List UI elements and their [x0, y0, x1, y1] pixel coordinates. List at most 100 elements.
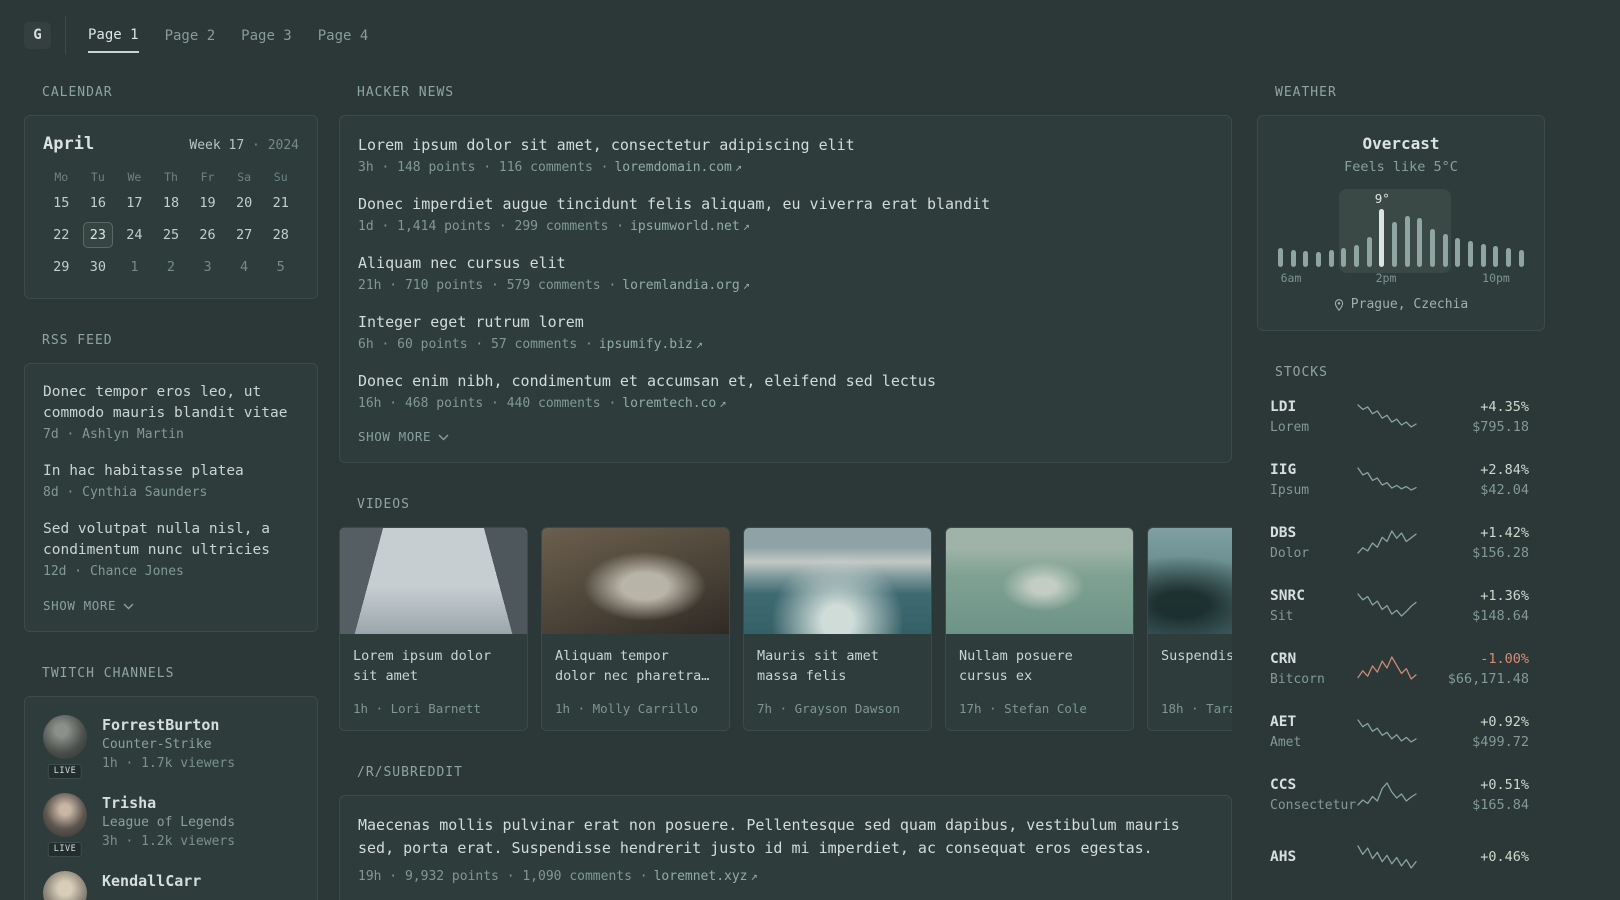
stock-change: +1.42%: [1480, 524, 1529, 541]
calendar-month: April: [43, 134, 95, 154]
hn-domain-link[interactable]: ipsumworld.net: [630, 219, 740, 234]
stock-name: Consectetur: [1270, 797, 1357, 813]
hn-story-link[interactable]: Donec imperdiet augue tincidunt felis al…: [358, 193, 1213, 215]
video-card[interactable]: Suspendisse diam 18h · Tara: [1147, 527, 1232, 731]
hn-story-link[interactable]: Lorem ipsum dolor sit amet, consectetur …: [358, 134, 1213, 156]
hn-domain-link[interactable]: ipsumify.biz: [599, 337, 693, 352]
reddit-domain-link[interactable]: loremnet.xyz: [654, 869, 748, 884]
channel-name[interactable]: KendallCarr: [102, 871, 201, 891]
calendar-year: 2024: [267, 138, 299, 153]
weather-location: Prague, Czechia: [1276, 297, 1526, 312]
calendar-day: 15: [53, 195, 70, 211]
tab-page-3[interactable]: Page 3: [241, 18, 292, 52]
stock-row[interactable]: CCS Consectetur +0.51% $165.84: [1270, 773, 1529, 815]
weather-bars: [1278, 209, 1524, 267]
video-card[interactable]: Lorem ipsum dolor sit amet consectetu… 1…: [339, 527, 528, 731]
video-title[interactable]: Aliquam tempor dolor nec pharetra…: [555, 646, 716, 688]
calendar-day: 30: [89, 259, 106, 275]
videos-row: Lorem ipsum dolor sit amet consectetu… 1…: [339, 527, 1232, 731]
weather-hour-bar: [1455, 238, 1461, 267]
calendar-day-selected: 23: [80, 222, 117, 248]
video-title[interactable]: Mauris sit amet massa felis: [757, 646, 918, 688]
stock-row[interactable]: CRN Bitcorn -1.00% $66,171.48: [1270, 647, 1529, 689]
rss-show-more-button[interactable]: SHOW MORE: [43, 598, 299, 613]
hn-story-link[interactable]: Donec enim nibh, condimentum et accumsan…: [358, 370, 1213, 392]
rss-item-link[interactable]: Sed volutpat nulla nisl, a condimentum n…: [43, 519, 299, 561]
video-title[interactable]: Suspendisse diam: [1161, 646, 1232, 688]
video-thumbnail[interactable]: [1148, 528, 1232, 634]
stocks-widget: STOCKS LDI Lorem +4.35% $795.18 IIG Ipsum +…: [1257, 365, 1545, 878]
stock-row[interactable]: AET Amet +0.92% $499.72: [1270, 710, 1529, 752]
reddit-post-link[interactable]: Maecenas mollis pulvinar erat non posuer…: [358, 814, 1213, 860]
stock-sparkline: [1356, 592, 1418, 618]
hn-story-link[interactable]: Aliquam nec cursus elit: [358, 252, 1213, 274]
tab-page-4[interactable]: Page 4: [318, 18, 369, 52]
avatar: LIVE: [43, 793, 87, 857]
chevron-down-icon: [123, 603, 134, 609]
stock-price: $42.04: [1480, 481, 1529, 498]
video-thumbnail[interactable]: [542, 528, 729, 634]
video-thumbnail[interactable]: [946, 528, 1133, 634]
video-card[interactable]: Nullam posuere cursus ex 17h · Stefan Co…: [945, 527, 1134, 731]
hn-story-meta: 1d · 1,414 points · 299 comments · ipsumw…: [358, 219, 750, 234]
video-thumbnail[interactable]: [744, 528, 931, 634]
stock-row[interactable]: AHS +0.46%: [1270, 836, 1529, 878]
stock-row[interactable]: LDI Lorem +4.35% $795.18: [1270, 395, 1529, 437]
stock-change: +0.51%: [1480, 776, 1529, 793]
weather-hour-bar: [1506, 248, 1512, 267]
live-badge: LIVE: [47, 842, 83, 857]
stock-change: +1.36%: [1480, 587, 1529, 604]
rss-item-meta: 12d · Chance Jones: [43, 564, 184, 579]
calendar-week-row: 22 23 24 25 26 27 28: [43, 222, 299, 248]
hn-show-more-button[interactable]: SHOW MORE: [358, 429, 1213, 444]
rss-widget: RSS FEED Donec tempor eros leo, ut commo…: [24, 333, 318, 632]
rss-item-link[interactable]: In hac habitasse platea: [43, 461, 299, 482]
stock-name: Amet: [1270, 734, 1302, 750]
weather-hour-bar: [1354, 245, 1360, 267]
weather-widget-title: WEATHER: [1275, 85, 1337, 100]
weather-location-text: Prague, Czechia: [1350, 297, 1469, 312]
twitch-channel[interactable]: LIVE KendallCarr: [43, 871, 299, 900]
tab-page-1[interactable]: Page 1: [88, 17, 139, 53]
twitch-card: LIVE ForrestBurton Counter-Strike 1h · 1…: [24, 696, 318, 900]
stock-symbol: SNRC: [1270, 587, 1305, 604]
calendar-day: 18: [162, 195, 180, 211]
reddit-post-meta: 19h · 9,932 points · 1,090 comments · lor…: [358, 869, 758, 884]
stock-sparkline: [1356, 403, 1418, 429]
rss-item-link[interactable]: Donec tempor eros leo, ut commodo mauris…: [43, 382, 299, 424]
channel-name[interactable]: ForrestBurton: [102, 715, 235, 735]
weather-time-label: 6am: [1280, 271, 1302, 285]
stock-row[interactable]: DBS Dolor +1.42% $156.28: [1270, 521, 1529, 563]
chevron-down-icon: [438, 434, 449, 440]
calendar-day: 28: [272, 227, 289, 243]
hn-domain-link[interactable]: loremdomain.com: [614, 160, 731, 175]
hn-domain-link[interactable]: loremlandia.org: [622, 278, 739, 293]
external-link-icon: ↗: [750, 869, 758, 883]
videos-widget: VIDEOS Lorem ipsum dolor sit amet consec…: [339, 497, 1232, 731]
video-card[interactable]: Aliquam tempor dolor nec pharetra… 1h · …: [541, 527, 730, 731]
hn-story-link[interactable]: Integer eget rutrum lorem: [358, 311, 1213, 333]
video-card[interactable]: Mauris sit amet massa felis 7h · Grayson…: [743, 527, 932, 731]
calendar-day: 20: [235, 195, 253, 211]
stock-row[interactable]: IIG Ipsum +2.84% $42.04: [1270, 458, 1529, 500]
video-title[interactable]: Nullam posuere cursus ex: [959, 646, 1120, 688]
peak-temperature-label: 9°: [1374, 191, 1390, 206]
avatar: LIVE: [43, 715, 87, 779]
day-header: Fr: [200, 170, 215, 184]
channel-name[interactable]: Trisha: [102, 793, 235, 813]
twitch-channel[interactable]: LIVE Trisha League of Legends 3h · 1.2k …: [43, 793, 299, 857]
day-header: Tu: [90, 170, 105, 184]
twitch-channel[interactable]: LIVE ForrestBurton Counter-Strike 1h · 1…: [43, 715, 299, 779]
hn-domain-link[interactable]: loremtech.co: [622, 396, 716, 411]
tab-page-2[interactable]: Page 2: [165, 18, 216, 52]
hn-story: Aliquam nec cursus elit 21h · 710 points…: [358, 252, 1213, 296]
calendar-day: 16: [89, 195, 106, 211]
stock-row[interactable]: SNRC Sit +1.36% $148.64: [1270, 584, 1529, 626]
stocks-widget-title: STOCKS: [1275, 365, 1328, 380]
video-thumbnail[interactable]: [340, 528, 527, 634]
calendar-day: 27: [235, 227, 253, 243]
weather-hour-bar: [1468, 241, 1474, 267]
stock-name: Lorem: [1270, 419, 1310, 435]
video-title[interactable]: Lorem ipsum dolor sit amet consectetu…: [353, 646, 514, 688]
hn-story-meta: 3h · 148 points · 116 comments · loremdom…: [358, 160, 743, 175]
